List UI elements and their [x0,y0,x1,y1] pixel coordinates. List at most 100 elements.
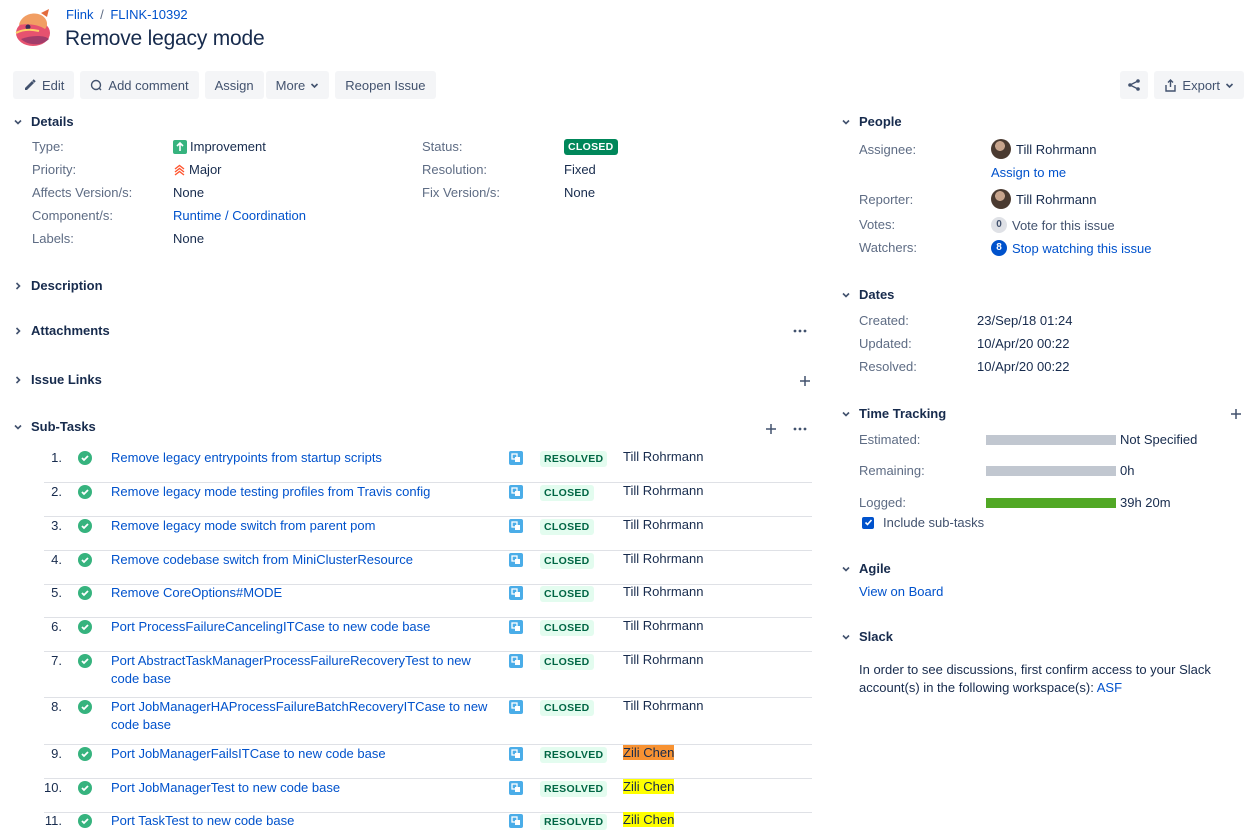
assignee-value: Till Rohrmann [991,139,1096,159]
status-badge: CLOSED [540,553,594,569]
reporter-value: Till Rohrmann [991,189,1096,209]
subtask-status: CLOSED [540,619,594,636]
component-link[interactable]: Runtime / Coordination [173,208,306,223]
status-badge: RESOLVED [540,781,608,797]
description-toggle[interactable]: Description [13,278,103,293]
more-options-icon[interactable] [793,427,807,431]
details-toggle[interactable]: Details [13,114,74,129]
subtask-title-link[interactable]: Port JobManagerHAProcessFailureBatchReco… [111,698,496,734]
subtask-status: CLOSED [540,585,594,602]
subtask-title-link[interactable]: Port JobManagerTest to new code base [111,779,496,797]
created-value: 23/Sep/18 01:24 [977,313,1073,328]
breadcrumb-project-link[interactable]: Flink [66,7,93,22]
subtask-title-link[interactable]: Remove legacy mode switch from parent po… [111,517,496,535]
description-heading: Description [31,278,103,293]
issue-toolbar: Edit Add comment Assign More Reopen Issu… [13,71,436,99]
subtask-title-link[interactable]: Port JobManagerFailsITCase to new code b… [111,745,496,763]
attachments-toggle[interactable]: Attachments [13,323,110,338]
pencil-icon [25,79,36,90]
share-icon [1128,79,1141,91]
people-toggle[interactable]: People [841,114,902,129]
resolved-check-icon [78,700,92,714]
chevron-right-icon [15,281,21,290]
subtask-number: 3. [51,518,62,533]
subtask-row[interactable]: 9. Port JobManagerFailsITCase to new code… [44,745,812,779]
subtask-status: CLOSED [540,653,594,670]
assign-button[interactable]: Assign [204,71,264,99]
people-heading: People [859,114,902,129]
share-button[interactable] [1120,71,1149,99]
add-link-icon[interactable] [799,375,811,387]
subtask-number: 10. [44,780,63,795]
subtask-row[interactable]: 10. Port JobManagerTest to new code base R… [44,779,812,813]
resolved-check-icon [78,586,92,600]
issue-links-toggle[interactable]: Issue Links [13,372,102,387]
add-subtask-icon[interactable] [765,423,777,435]
subtask-title-link[interactable]: Remove CoreOptions#MODE [111,584,496,602]
assign-to-me-link[interactable]: Assign to me [991,165,1066,180]
slack-toggle[interactable]: Slack [841,629,893,644]
view-on-board-link[interactable]: View on Board [859,584,943,599]
estimated-label: Estimated: [859,432,921,447]
resolved-label: Resolved: [859,359,917,374]
include-subtasks-row: Include sub-tasks [862,515,984,530]
subtasks-toggle[interactable]: Sub-Tasks [13,419,96,434]
resolved-check-icon [78,654,92,668]
reopen-issue-button[interactable]: Reopen Issue [335,71,436,99]
include-subtasks-checkbox[interactable] [862,516,874,529]
subtask-row[interactable]: 4. Remove codebase switch from MiniCluste… [44,551,812,585]
subtask-row[interactable]: 1. Remove legacy entrypoints from startup… [44,449,812,483]
subtask-number: 6. [51,619,62,634]
subtask-row[interactable]: 5. Remove CoreOptions#MODE CLOSED Till Rohr… [44,584,812,618]
export-button[interactable]: Export [1154,71,1244,99]
subtask-title-link[interactable]: Remove codebase switch from MiniClusterR… [111,551,496,569]
subtask-type-icon [509,485,523,499]
subtask-row[interactable]: 3. Remove legacy mode switch from parent … [44,517,812,551]
subtask-title-link[interactable]: Remove legacy mode testing profiles from… [111,483,496,501]
subtask-type-icon [509,620,523,634]
time-tracking-toggle[interactable]: Time Tracking [841,406,946,421]
subtask-type-icon [509,700,523,714]
subtask-assignee: Till Rohrmann [623,698,704,713]
add-comment-button[interactable]: Add comment [80,71,199,99]
subtask-row[interactable]: 11. Port TaskTest to new code base RESOLVE… [44,812,812,838]
stop-watching-link[interactable]: Stop watching this issue [1012,241,1151,256]
breadcrumb: Flink / FLINK-10392 [66,7,188,22]
time-tracking-heading: Time Tracking [859,406,947,421]
add-comment-label: Add comment [108,77,189,93]
subtask-assignee: Till Rohrmann [623,652,704,667]
subtask-title-link[interactable]: Remove legacy entrypoints from startup s… [111,449,496,467]
votes-value[interactable]: 0 Vote for this issue [991,217,1115,233]
watchers-count-badge: 8 [991,240,1007,256]
edit-button[interactable]: Edit [13,71,75,99]
agile-toggle[interactable]: Agile [841,561,891,576]
subtask-title-link[interactable]: Port ProcessFailureCancelingITCase to ne… [111,618,496,636]
watchers-value[interactable]: 8 Stop watching this issue [991,240,1151,256]
subtask-title-link[interactable]: Port TaskTest to new code base [111,812,496,830]
subtask-title-link[interactable]: Port AbstractTaskManagerProcessFailureRe… [111,652,496,688]
subtask-row[interactable]: 2. Remove legacy mode testing profiles fr… [44,483,812,517]
subtask-row[interactable]: 8. Port JobManagerHAProcessFailureBatchRe… [44,698,812,745]
status-badge: RESOLVED [540,814,608,830]
subtask-assignee: Till Rohrmann [623,584,704,599]
more-button[interactable]: More [265,71,330,99]
dates-heading: Dates [859,287,895,302]
status-badge: CLOSED [540,654,594,670]
breadcrumb-issue-link[interactable]: FLINK-10392 [110,7,187,22]
resolved-check-icon [78,747,92,761]
attachments-heading: Attachments [31,323,110,338]
labels-value: None [173,231,205,246]
subtask-status: CLOSED [540,552,594,569]
component-label: Component/s: [32,208,113,223]
priority-label: Priority: [32,162,77,177]
dates-toggle[interactable]: Dates [841,287,894,302]
more-options-icon[interactable] [793,329,807,333]
subtask-status: CLOSED [540,484,594,501]
slack-workspace-link[interactable]: ASF [1097,680,1122,695]
log-work-icon[interactable] [1230,408,1242,420]
subtask-row[interactable]: 6. Port ProcessFailureCancelingITCase to … [44,618,812,652]
subtask-row[interactable]: 7. Port AbstractTaskManagerProcessFailure… [44,652,812,698]
watchers-label: Watchers: [859,240,918,255]
priority-value: Major [173,162,222,177]
vote-link[interactable]: Vote for this issue [1012,218,1115,233]
